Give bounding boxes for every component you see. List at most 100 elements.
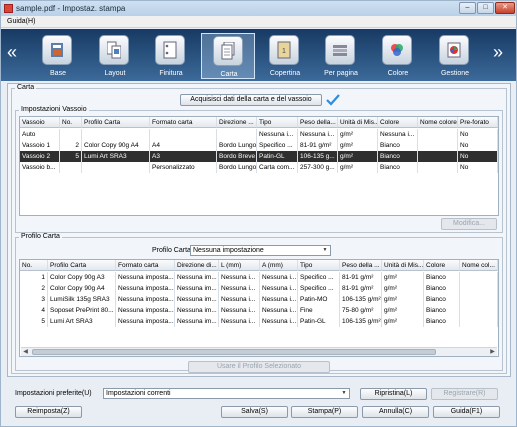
maximize-button[interactable]: □ [477, 2, 494, 14]
tab-per-pagina[interactable]: Per pagina [314, 33, 368, 79]
help-button[interactable]: Guida(F1) [433, 406, 500, 418]
table-cell: Bianco [378, 140, 418, 151]
table-cell: Bordo Lungo [219, 162, 257, 173]
col-header[interactable]: No. [60, 117, 82, 128]
col-header[interactable]: Unità di Mis... [338, 117, 378, 128]
tab-gestione[interactable]: Gestione [428, 33, 482, 79]
favorites-select[interactable]: Impostazioni correnti ▼ [103, 388, 350, 399]
tab-finitura[interactable]: Finitura [144, 33, 198, 79]
profile-select[interactable]: Nessuna impostazione ▼ [190, 245, 331, 256]
col-header[interactable]: Formato carta [150, 117, 217, 128]
col-header[interactable]: Tipo [298, 260, 340, 271]
col-header[interactable]: L (mm) [219, 260, 260, 271]
table-cell: Nessuna i... [219, 316, 260, 327]
scroll-right-arrow-icon[interactable]: » [493, 42, 503, 62]
col-header[interactable]: Nome colore [418, 117, 458, 128]
tab-colore-label: Colore [387, 70, 409, 77]
tab-layout[interactable]: Layout [88, 33, 142, 79]
tray-settings-group-label: Impostazioni Vassoio [19, 106, 89, 113]
table-cell: 81-91 g/m² [340, 283, 382, 294]
col-header[interactable]: Profilo Carta [82, 117, 150, 128]
table-cell: Nessuna i... [219, 294, 260, 305]
col-header[interactable]: No. [20, 260, 48, 271]
table-cell: Nessuna imposta... [118, 283, 175, 294]
col-header[interactable]: Peso della ... [340, 260, 382, 271]
minimize-button[interactable]: – [459, 2, 476, 14]
col-header[interactable]: A (mm) [260, 260, 298, 271]
cancel-button[interactable]: Annulla(C) [362, 406, 429, 418]
table-cell: Bianco [378, 162, 418, 173]
title-bar[interactable]: sample.pdf - Impostaz. stampa – □ ✕ [1, 1, 516, 16]
col-header[interactable]: Formato carta [116, 260, 175, 271]
table-cell: A4 [150, 140, 217, 151]
col-header[interactable]: Pre-forato [458, 117, 498, 128]
table-row[interactable]: 1 Color Copy 90g A3 Nessuna imposta... Ness… [20, 272, 498, 283]
pdf-app-icon [4, 4, 13, 13]
category-toolbar: « Base Layout Finitura Carta 1 Copertina… [1, 29, 516, 81]
scroll-left-icon[interactable]: ◀ [21, 348, 30, 356]
table-row[interactable]: Vassoio 2 5 Lumi Art SRA3 A3 Bordo Breve Pati… [20, 151, 498, 162]
table-cell: Nessuna im... [175, 283, 219, 294]
table-cell [217, 129, 257, 140]
register-button[interactable]: Registrare(R) [431, 388, 498, 400]
scroll-right-icon[interactable]: ▶ [488, 348, 497, 356]
tray-table-header: Vassoio No. Profilo Carta Formato carta … [20, 117, 498, 128]
col-header[interactable]: Tipo [257, 117, 298, 128]
restore-button[interactable]: Ripristina(L) [360, 388, 427, 400]
col-header[interactable]: Colore [424, 260, 460, 271]
col-header[interactable]: Unità di Mis... [382, 260, 424, 271]
table-row[interactable]: Auto Nessuna i... Nessuna i... g/m² Nessuna … [20, 129, 498, 140]
table-cell: Patin-GL [257, 151, 298, 162]
table-cell: Soposet PrePrint 80... [48, 305, 116, 316]
table-row[interactable]: 5 Lumi Art SRA3 Nessuna imposta... Nessuna … [20, 316, 498, 327]
col-header[interactable]: Direzione di... [175, 260, 219, 271]
acquire-paper-tray-button[interactable]: Acquisisci dati della carta e del vassoi… [180, 94, 322, 106]
col-header[interactable]: Direzione ... [217, 117, 257, 128]
col-header[interactable]: Vassoio [20, 117, 60, 128]
table-cell: Nessuna i... [378, 129, 418, 140]
table-row[interactable]: Vassoio b... Personalizzato Bordo Lungo Car… [20, 162, 498, 173]
use-selected-profile-button[interactable]: Usare il Profilo Selezionato [188, 361, 330, 373]
table-cell: Nessuna im... [175, 305, 219, 316]
table-cell: LumiSilk 135g SRA3 [48, 294, 116, 305]
tab-copertina[interactable]: 1 Copertina [258, 33, 312, 79]
favorites-select-value: Impostazioni correnti [106, 390, 171, 397]
table-cell: Carta com... [257, 162, 298, 173]
close-button[interactable]: ✕ [495, 2, 515, 14]
tab-base[interactable]: Base [31, 33, 85, 79]
table-row[interactable]: Vassoio 1 2 Color Copy 90g A4 A4 Bordo Lungo… [20, 140, 498, 151]
modify-button[interactable]: Modifica... [441, 218, 497, 230]
save-button[interactable]: Salva(S) [221, 406, 288, 418]
scrollbar-thumb[interactable] [32, 349, 436, 355]
table-cell: Vassoio 2 [20, 151, 60, 162]
tab-finitura-label: Finitura [159, 70, 183, 77]
table-cell: g/m² [382, 316, 424, 327]
table-cell: Nessuna i... [262, 283, 298, 294]
table-cell: Color Copy 90g A4 [82, 140, 150, 151]
print-button[interactable]: Stampa(P) [291, 406, 358, 418]
tab-carta[interactable]: Carta [201, 33, 255, 79]
table-cell: g/m² [338, 151, 378, 162]
profile-table[interactable]: No. Profilo Carta Formato carta Direzion… [19, 259, 499, 357]
management-icon [439, 35, 469, 65]
table-cell: Specifico ... [298, 272, 340, 283]
col-header[interactable]: Peso della... [298, 117, 338, 128]
col-header[interactable]: Colore [378, 117, 418, 128]
table-cell: Lumi Art SRA3 [48, 316, 116, 327]
table-cell: 1 [20, 272, 48, 283]
reset-button[interactable]: Reimposta(Z) [15, 406, 82, 418]
table-cell: Nessuna i... [262, 316, 298, 327]
table-cell: No [458, 162, 498, 173]
table-row[interactable]: 2 Color Copy 90g A4 Nessuna imposta... Ness… [20, 283, 498, 294]
menu-help[interactable]: Guida(H) [7, 18, 35, 25]
table-cell: Nessuna imposta... [118, 294, 175, 305]
table-row[interactable]: 3 LumiSilk 135g SRA3 Nessuna imposta... Nes… [20, 294, 498, 305]
tray-settings-table[interactable]: Vassoio No. Profilo Carta Formato carta … [19, 116, 499, 216]
table-row[interactable]: 4 Soposet PrePrint 80... Nessuna imposta..… [20, 305, 498, 316]
col-header[interactable]: Nome col... [460, 260, 498, 271]
scroll-left-arrow-icon[interactable]: « [7, 42, 17, 62]
col-header[interactable]: Profilo Carta [48, 260, 116, 271]
tab-colore[interactable]: Colore [371, 33, 425, 79]
profile-table-scrollbar[interactable]: ◀ ▶ [21, 347, 497, 356]
table-cell: 2 [20, 283, 48, 294]
